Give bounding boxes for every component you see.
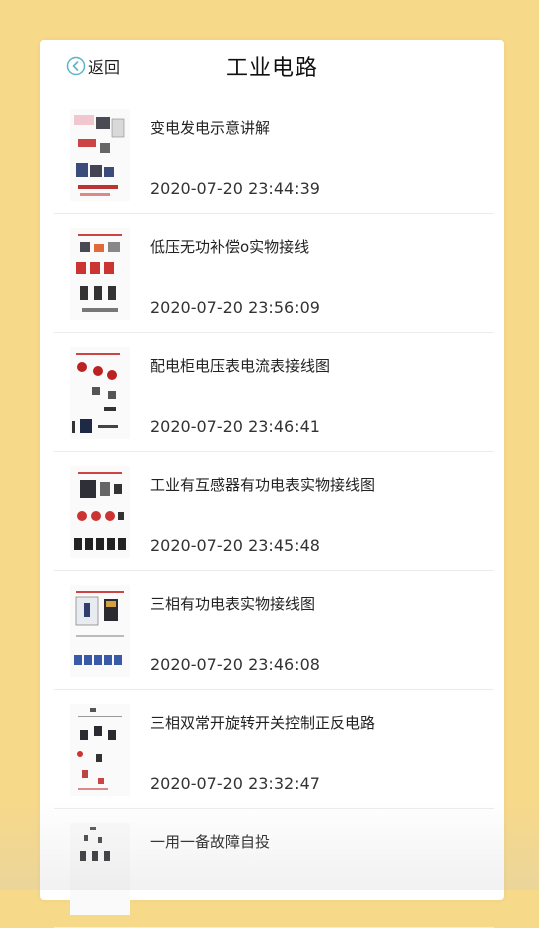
item-title: 低压无功补偿o实物接线 [150, 238, 310, 256]
list-item[interactable]: 工业有互感器有功电表实物接线图 2020-07-20 23:45:48 [54, 452, 494, 571]
item-timestamp: 2020-07-20 23:56:09 [150, 298, 320, 317]
thumbnail-image [70, 466, 130, 558]
thumbnail-image [70, 228, 130, 320]
item-title: 变电发电示意讲解 [150, 119, 271, 137]
item-timestamp: 2020-07-20 23:45:48 [150, 536, 320, 555]
item-title: 配电柜电压表电流表接线图 [150, 357, 331, 375]
item-title: 工业有互感器有功电表实物接线图 [150, 476, 376, 494]
app-panel: 返回 工业电路 变电发电示意讲解 2020-07-20 23:44:39 低压无… [40, 40, 504, 928]
header-bar: 返回 工业电路 [40, 40, 504, 94]
item-timestamp: 2020-07-20 23:46:41 [150, 417, 320, 436]
list-item[interactable]: 配电柜电压表电流表接线图 2020-07-20 23:46:41 [54, 333, 494, 452]
thumbnail-image [70, 109, 130, 201]
item-timestamp: 2020-07-20 23:32:47 [150, 774, 320, 793]
thumbnail-image [70, 585, 130, 677]
list-item[interactable]: 变电发电示意讲解 2020-07-20 23:44:39 [54, 95, 494, 214]
article-list: 变电发电示意讲解 2020-07-20 23:44:39 低压无功补偿o实物接线… [40, 95, 504, 928]
list-item[interactable]: 三相双常开旋转开关控制正反电路 2020-07-20 23:32:47 [54, 690, 494, 809]
item-timestamp: 2020-07-20 23:44:39 [150, 179, 320, 198]
item-title: 一用一备故障自投 [150, 833, 271, 851]
thumbnail-image [70, 704, 130, 796]
list-item[interactable]: 三相有功电表实物接线图 2020-07-20 23:46:08 [54, 571, 494, 690]
thumbnail-image [70, 347, 130, 439]
list-item[interactable]: 低压无功补偿o实物接线 2020-07-20 23:56:09 [54, 214, 494, 333]
item-timestamp: 2020-07-20 23:46:08 [150, 655, 320, 674]
list-item[interactable]: 一用一备故障自投 [54, 809, 494, 928]
thumbnail-image [70, 823, 130, 915]
item-title: 三相双常开旋转开关控制正反电路 [150, 714, 376, 732]
item-title: 三相有功电表实物接线图 [150, 595, 316, 613]
page-title: 工业电路 [225, 56, 318, 81]
